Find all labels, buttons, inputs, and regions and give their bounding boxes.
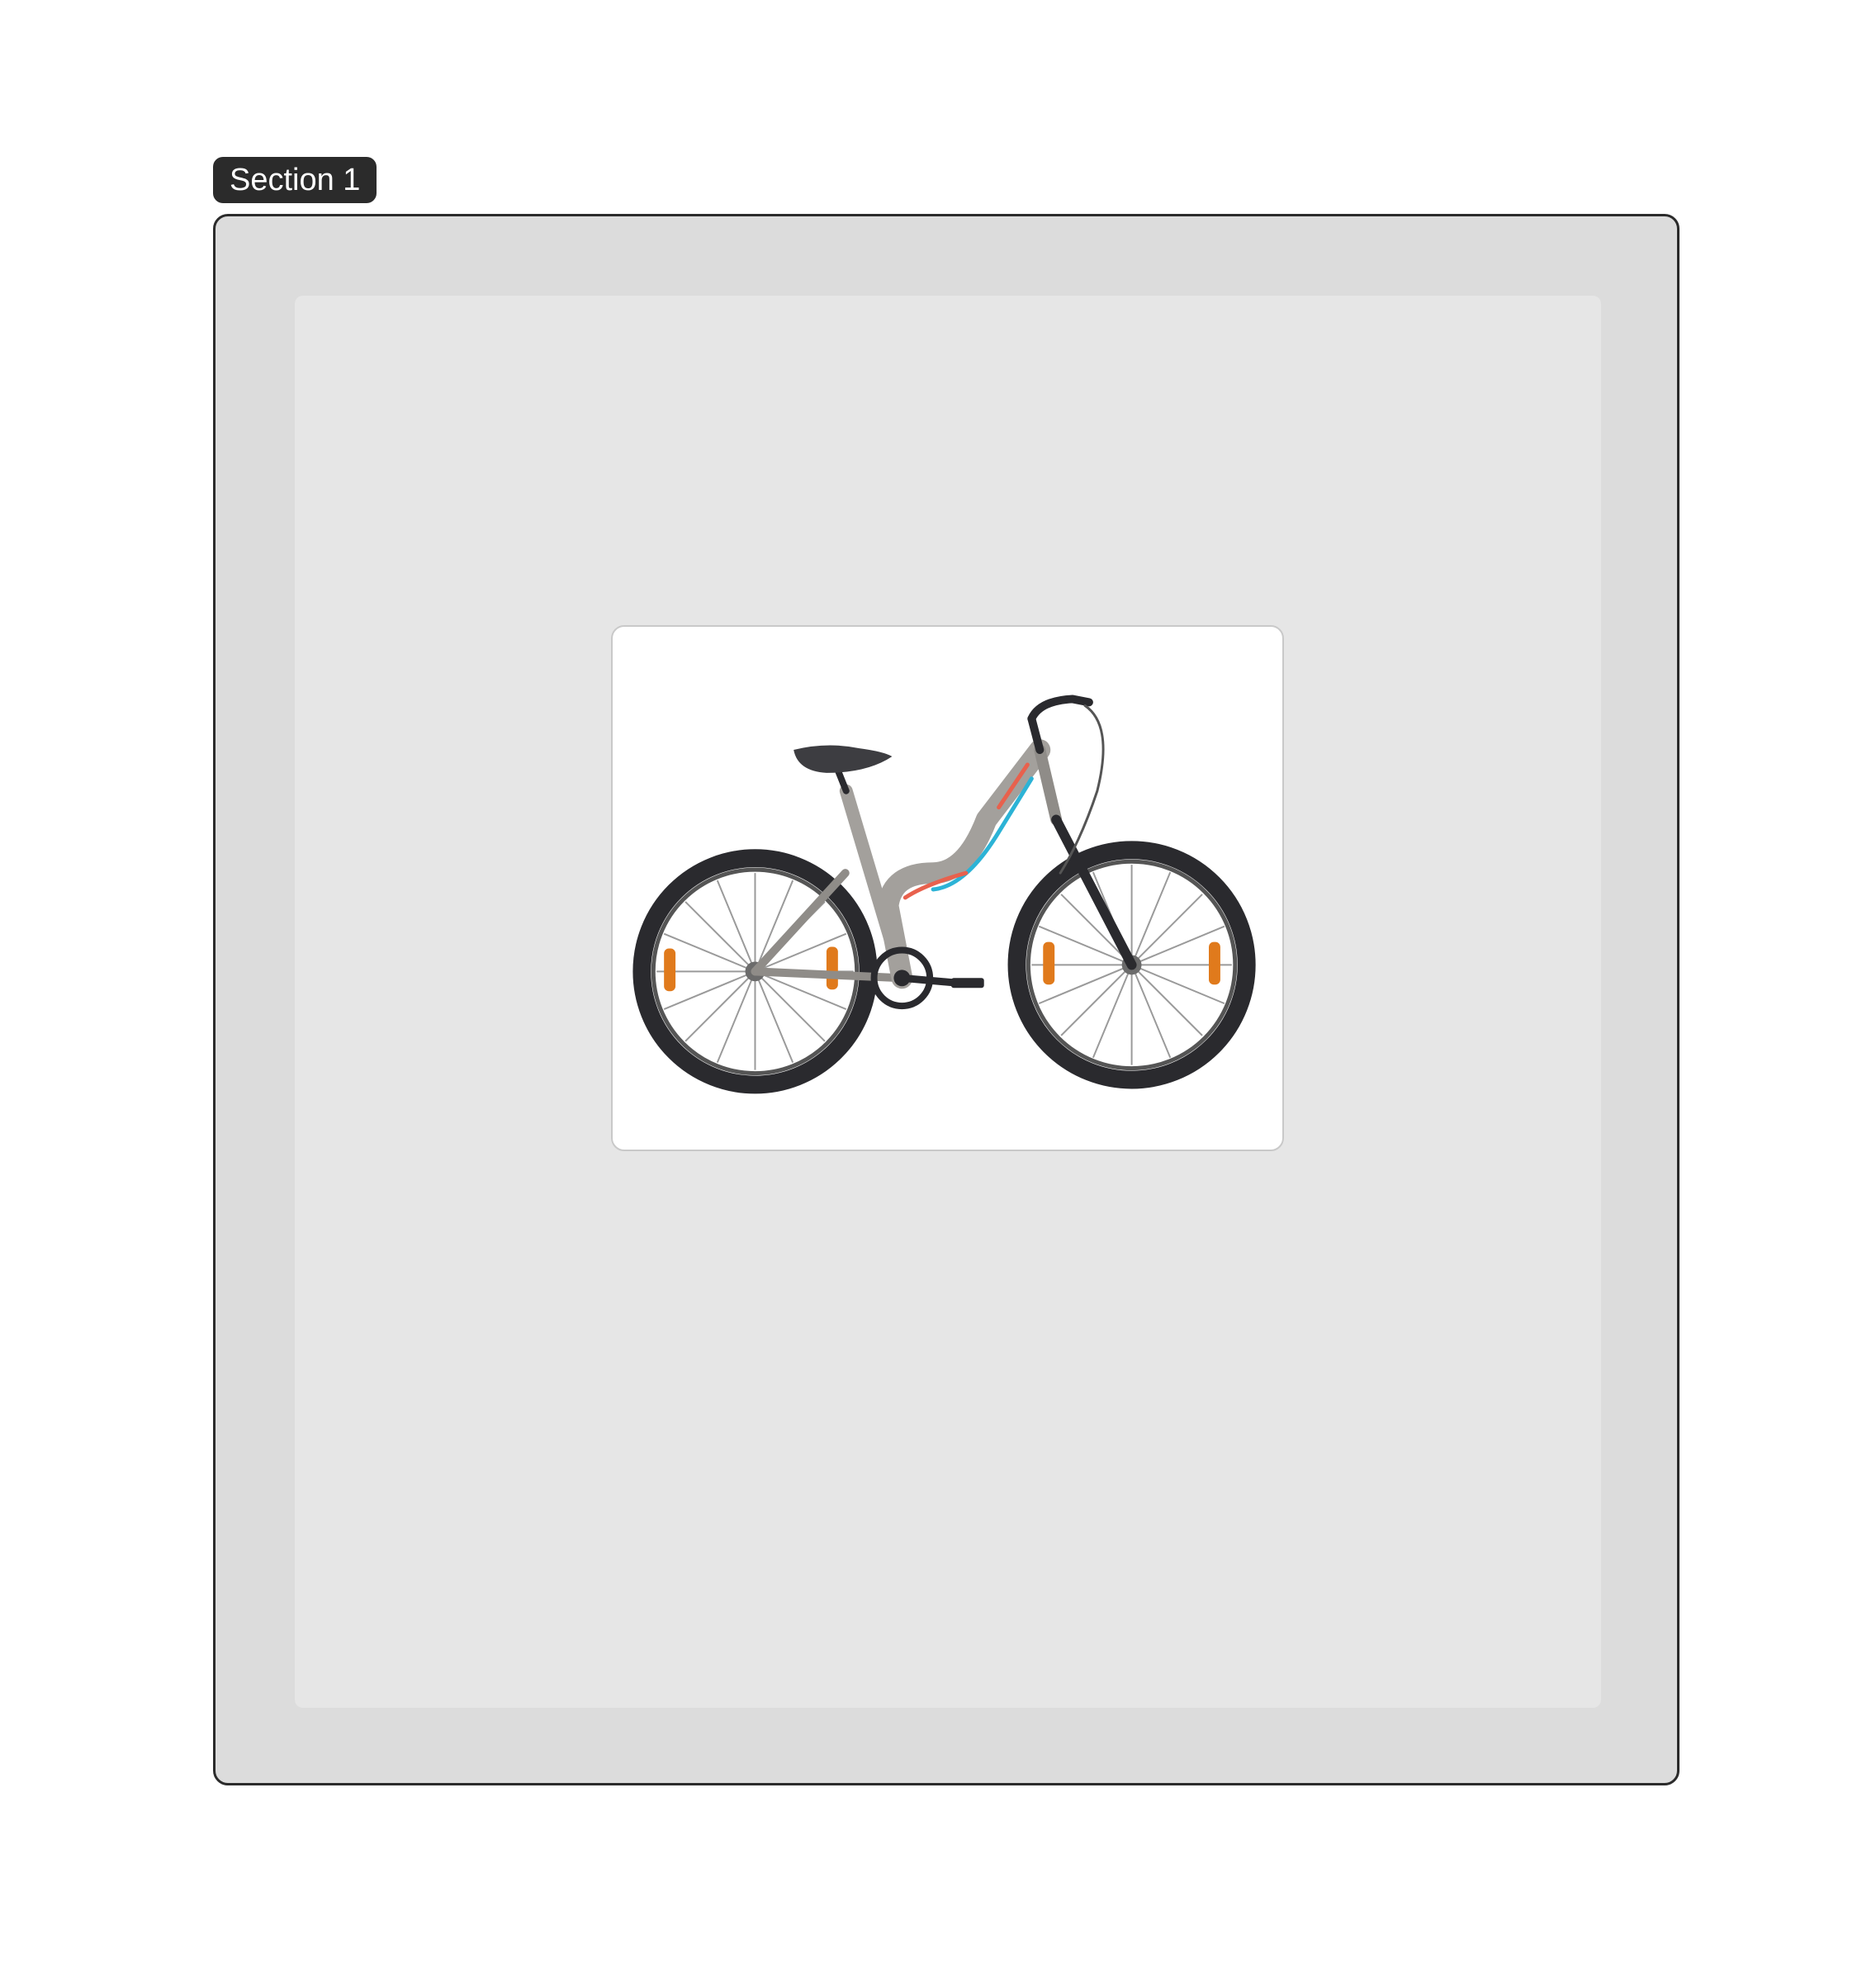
section-label: Section 1	[213, 157, 377, 203]
bicycle-icon	[632, 695, 1256, 1094]
product-image-card[interactable]	[611, 625, 1284, 1151]
bike-frame	[751, 695, 1137, 989]
